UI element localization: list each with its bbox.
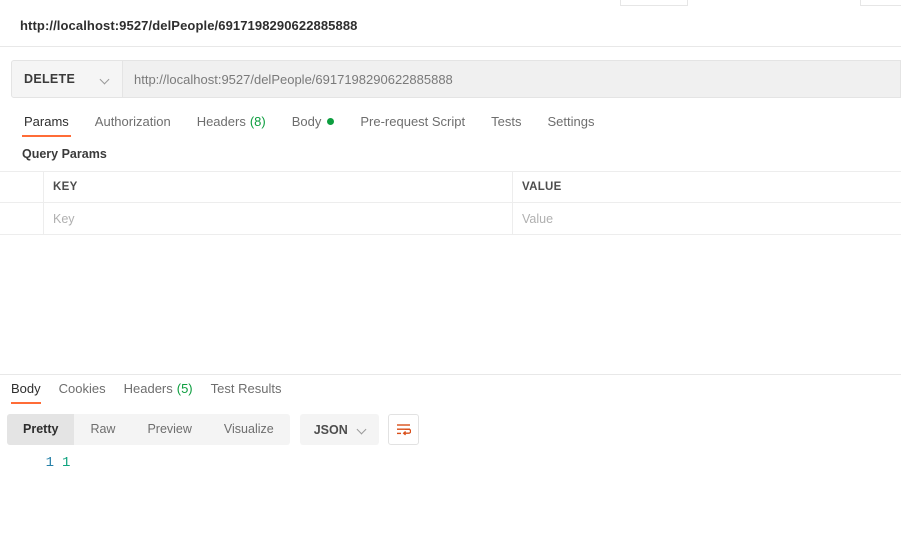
request-title: http://localhost:9527/delPeople/69171982…	[20, 18, 358, 33]
request-tab-body[interactable]: Body	[279, 110, 348, 141]
request-tab-settings[interactable]: Settings	[534, 110, 607, 141]
response-tab-label: Test Results	[210, 381, 282, 396]
tab-strip	[0, 0, 901, 7]
request-tab-label: Params	[24, 114, 69, 129]
wrap-lines-button[interactable]	[387, 414, 419, 445]
chevron-down-icon	[357, 424, 368, 435]
wrap-lines-icon	[396, 424, 411, 436]
response-view-preview[interactable]: Preview	[131, 414, 207, 445]
response-tab-label: Cookies	[58, 381, 106, 396]
response-view-segmented-control: Pretty Raw Preview Visualize	[7, 414, 290, 445]
response-tabs: Body Cookies Headers (5) Test Results	[0, 378, 901, 406]
param-key-input[interactable]: Key	[44, 203, 513, 234]
request-tab-label: Pre-request Script	[360, 114, 466, 129]
http-method-select[interactable]: DELETE	[11, 60, 123, 98]
request-tab-params[interactable]: Params	[11, 110, 82, 141]
request-tab-partial-2[interactable]	[860, 0, 901, 6]
response-tab-label: Body	[11, 381, 41, 396]
response-tab-label: Headers	[123, 381, 173, 396]
param-value-placeholder: Value	[522, 211, 554, 226]
request-tab-label: Authorization	[94, 114, 171, 129]
query-params-table: KEY VALUE Key Value	[0, 171, 901, 235]
response-tab-body[interactable]: Body	[2, 378, 50, 404]
response-view-pretty[interactable]: Pretty	[7, 414, 75, 445]
response-tab-cookies[interactable]: Cookies	[50, 378, 115, 400]
request-tab-label: Headers	[196, 114, 246, 129]
row-checkbox-cell[interactable]	[0, 203, 44, 234]
response-format-select[interactable]: JSON	[299, 414, 379, 445]
json-value: 1	[62, 455, 71, 471]
request-tab-partial-1[interactable]	[620, 0, 688, 6]
column-header-key-label: KEY	[53, 181, 78, 193]
request-tab-authorization[interactable]: Authorization	[82, 110, 184, 141]
body-present-indicator-icon	[327, 118, 335, 125]
request-tab-label: Body	[291, 114, 322, 129]
column-header-key: KEY	[44, 172, 513, 202]
request-tab-count: (8)	[249, 114, 266, 129]
url-input-value: http://localhost:9527/delPeople/69171982…	[134, 71, 453, 87]
response-view-toolbar: Pretty Raw Preview Visualize JSON	[7, 414, 419, 445]
param-value-input[interactable]: Value	[513, 203, 901, 234]
chevron-down-icon	[100, 74, 111, 85]
column-header-value-label: VALUE	[522, 181, 562, 193]
request-title-bar: http://localhost:9527/delPeople/69171982…	[0, 7, 901, 47]
table-header-row: KEY VALUE	[0, 171, 901, 203]
request-tabs: Params Authorization Headers (8) Body Pre-req…	[0, 110, 901, 141]
json-line: 11	[0, 455, 901, 477]
select-all-checkbox-cell[interactable]	[0, 172, 44, 202]
request-tab-headers[interactable]: Headers (8)	[184, 110, 279, 141]
column-header-value: VALUE	[513, 172, 901, 202]
response-tab-count: (5)	[176, 381, 193, 396]
http-method-label: DELETE	[24, 72, 76, 86]
query-params-label: Query Params	[22, 147, 107, 161]
param-key-placeholder: Key	[53, 211, 75, 226]
response-section-divider	[0, 374, 901, 375]
response-tab-headers[interactable]: Headers (5)	[115, 378, 202, 400]
url-bar: DELETE http://localhost:9527/delPeople/6…	[11, 60, 901, 98]
request-tab-tests[interactable]: Tests	[478, 110, 534, 141]
response-tab-test-results[interactable]: Test Results	[202, 378, 291, 400]
table-row: Key Value	[0, 203, 901, 235]
request-tab-label: Settings	[547, 114, 595, 129]
request-tab-pre-request-script[interactable]: Pre-request Script	[347, 110, 478, 141]
response-body-json[interactable]: 11	[0, 455, 901, 535]
url-input[interactable]: http://localhost:9527/delPeople/69171982…	[123, 60, 901, 98]
request-tab-label: Tests	[491, 114, 522, 129]
response-view-visualize[interactable]: Visualize	[208, 414, 290, 445]
response-view-raw[interactable]: Raw	[74, 414, 131, 445]
json-line-number: 1	[45, 455, 54, 471]
response-format-label: JSON	[313, 422, 348, 437]
